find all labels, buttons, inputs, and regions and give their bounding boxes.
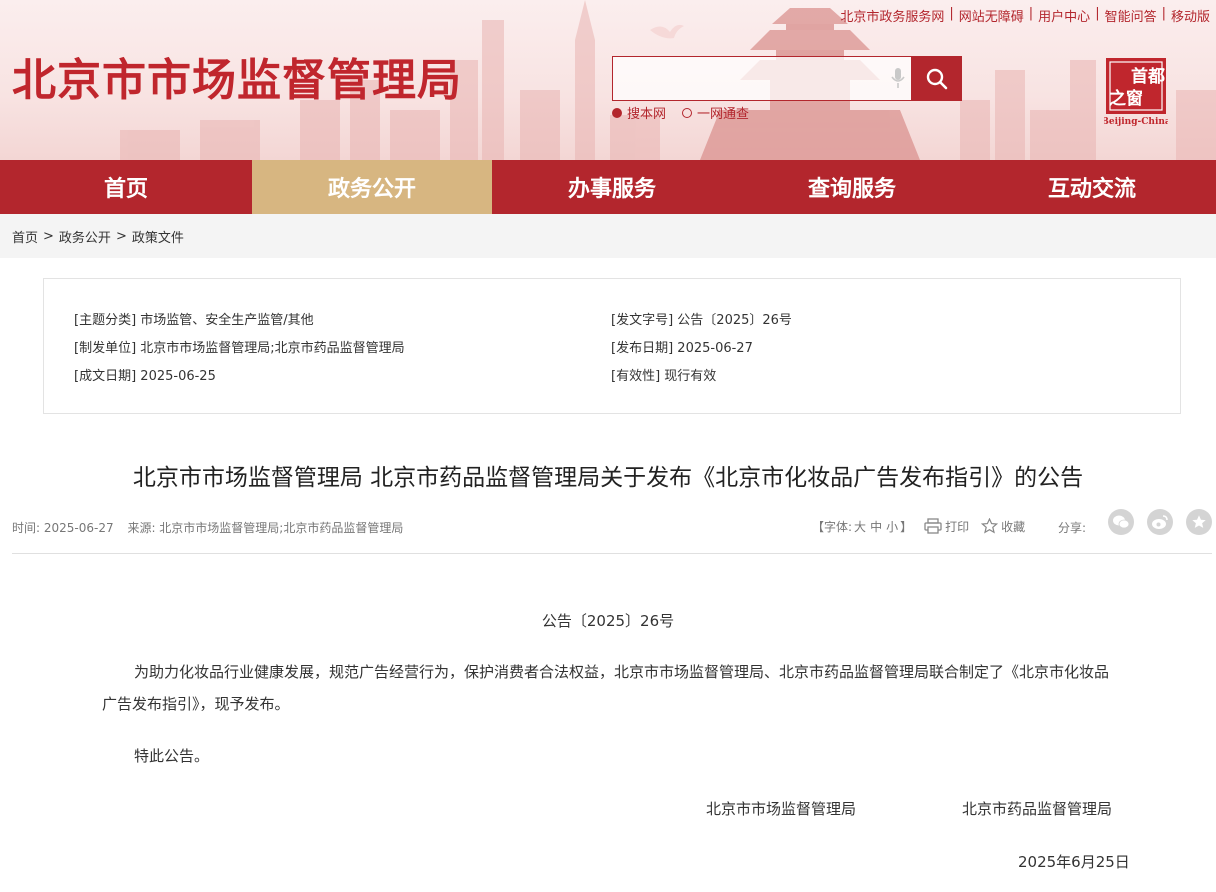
font-size-small[interactable]: 小 (886, 518, 898, 535)
document-number: 公告〔2025〕26号 (541, 612, 675, 630)
document-info-box: [主题分类] 市场监管、安全生产监管/其他 [制发单位] 北京市市场监督管理局;… (43, 278, 1181, 414)
breadcrumb-gov-affairs[interactable]: 政务公开 (59, 227, 111, 246)
info-issuer: [制发单位] 北京市市场监督管理局;北京市药品监督管理局 (74, 337, 405, 356)
share-wechat-button[interactable] (1108, 509, 1134, 535)
favorite-button[interactable]: 收藏 (981, 518, 1025, 535)
scope-label-site: 搜本网 (627, 107, 667, 122)
article-paragraph: 特此公告。 (134, 747, 210, 765)
wechat-icon (1113, 515, 1130, 529)
top-link-separator: | (1095, 6, 1100, 21)
signer-mpa: 北京市药品监督管理局 (962, 800, 1113, 818)
radio-selected-icon (612, 107, 622, 118)
nav-item-home[interactable]: 首页 (0, 160, 252, 214)
share-label: 分享: (1058, 521, 1087, 535)
article-title: 北京市市场监督管理局 北京市药品监督管理局关于发布《北京市化妆品广告发布指引》的… (132, 465, 1084, 491)
breadcrumb: 首页 > 政务公开 > 政策文件 (0, 214, 1216, 258)
info-subject-key: [主题分类] (74, 313, 137, 328)
info-created: [成文日期] 2025-06-25 (74, 365, 216, 384)
logo-text-top: 首都 (1131, 66, 1165, 87)
top-link-mobile[interactable]: 移动版 (1171, 6, 1210, 25)
nav-item-interaction[interactable]: 互动交流 (972, 160, 1212, 214)
info-created-key: [成文日期] (74, 369, 137, 384)
nav-item-services[interactable]: 办事服务 (492, 160, 732, 214)
search-input[interactable] (612, 56, 912, 101)
print-button[interactable]: 打印 (924, 518, 969, 535)
printer-icon (924, 518, 942, 534)
nav-item-gov-affairs[interactable]: 政务公开 (252, 160, 492, 214)
top-link-gov-service[interactable]: 北京市政务服务网 (840, 6, 944, 25)
nav-item-query[interactable]: 查询服务 (732, 160, 972, 214)
search-button[interactable] (912, 56, 962, 101)
breadcrumb-separator: > (115, 228, 127, 244)
signer-smb: 北京市市场监督管理局 (706, 800, 857, 818)
breadcrumb-separator: > (43, 228, 54, 244)
beijing-china-logo[interactable]: 首都 之窗 Beijing-China (1104, 56, 1168, 126)
star-icon (981, 518, 999, 534)
info-validity-value: 现行有效 (664, 369, 717, 384)
print-label: 打印 (945, 519, 970, 534)
top-link-smart-qa[interactable]: 智能问答 (1105, 6, 1157, 25)
info-docno-key: [发文字号] (611, 313, 674, 328)
signature-date: 2025年6月25日 (1018, 853, 1130, 871)
top-links: 北京市政务服务网 | 网站无障碍 | 用户中心 | 智能问答 | 移动版 (840, 6, 1210, 25)
info-docno-value: 公告〔2025〕26号 (677, 313, 792, 328)
article-source: 来源: 北京市市场监督管理局;北京市药品监督管理局 (127, 521, 404, 535)
info-subject: [主题分类] 市场监管、安全生产监管/其他 (74, 309, 314, 328)
article-tools: 【字体: 大 中 小 】 打印 收藏 (812, 512, 1025, 540)
info-issuer-key: [制发单位] (74, 341, 137, 356)
search-icon (926, 68, 948, 89)
font-size-label-close: 】 (900, 519, 913, 534)
scope-option-all[interactable]: 一网通查 (682, 103, 749, 122)
top-link-separator: | (1161, 6, 1166, 21)
top-link-separator: | (949, 6, 954, 21)
logo-subtext: Beijing-China (1104, 117, 1168, 126)
star-icon (1192, 515, 1206, 528)
logo-text-left: 之窗 (1109, 88, 1143, 109)
site-header: 北京市政务服务网 | 网站无障碍 | 用户中心 | 智能问答 | 移动版 北京市… (0, 0, 1216, 160)
weibo-icon (1152, 515, 1168, 529)
search-scope: 搜本网 一网通查 (612, 103, 765, 122)
main-nav: 首页 政务公开 办事服务 查询服务 互动交流 (0, 160, 1216, 214)
radio-unselected-icon (682, 107, 693, 118)
info-validity: [有效性] 现行有效 (611, 365, 716, 384)
site-title[interactable]: 北京市市场监督管理局 (12, 44, 462, 108)
divider (12, 553, 1212, 554)
article-meta: 时间: 2025-06-27 来源: 北京市市场监督管理局;北京市药品监督管理局 (12, 519, 413, 536)
article-time: 时间: 2025-06-27 (12, 521, 114, 535)
top-link-separator: | (1028, 6, 1034, 21)
font-size-medium[interactable]: 中 (870, 518, 882, 535)
scope-label-all: 一网通查 (697, 107, 750, 122)
top-link-user-center[interactable]: 用户中心 (1038, 6, 1090, 25)
font-size-large[interactable]: 大 (854, 518, 866, 535)
article-paragraph: 为助力化妆品行业健康发展，规范广告经营行为，保护消费者合法权益，北京市市场监督管… (102, 663, 1110, 713)
info-issuer-value: 北京市市场监督管理局;北京市药品监督管理局 (140, 341, 405, 356)
breadcrumb-policy-docs[interactable]: 政策文件 (132, 227, 184, 246)
info-subject-value: 市场监管、安全生产监管/其他 (140, 313, 314, 328)
info-published-key: [发布日期] (611, 341, 674, 356)
info-validity-key: [有效性] (611, 369, 661, 384)
font-size-label-open: 【字体: (812, 519, 853, 534)
info-published-value: 2025-06-27 (677, 341, 753, 356)
share-favorite-button[interactable] (1186, 509, 1212, 535)
info-published: [发布日期] 2025-06-27 (611, 337, 753, 356)
info-created-value: 2025-06-25 (140, 369, 216, 384)
favorite-label: 收藏 (1001, 519, 1026, 534)
scope-option-site[interactable]: 搜本网 (612, 103, 666, 122)
top-link-accessibility[interactable]: 网站无障碍 (959, 6, 1024, 25)
info-docno: [发文字号] 公告〔2025〕26号 (611, 309, 792, 328)
share-weibo-button[interactable] (1147, 509, 1173, 535)
microphone-icon[interactable] (890, 66, 906, 90)
breadcrumb-home[interactable]: 首页 (12, 227, 38, 246)
